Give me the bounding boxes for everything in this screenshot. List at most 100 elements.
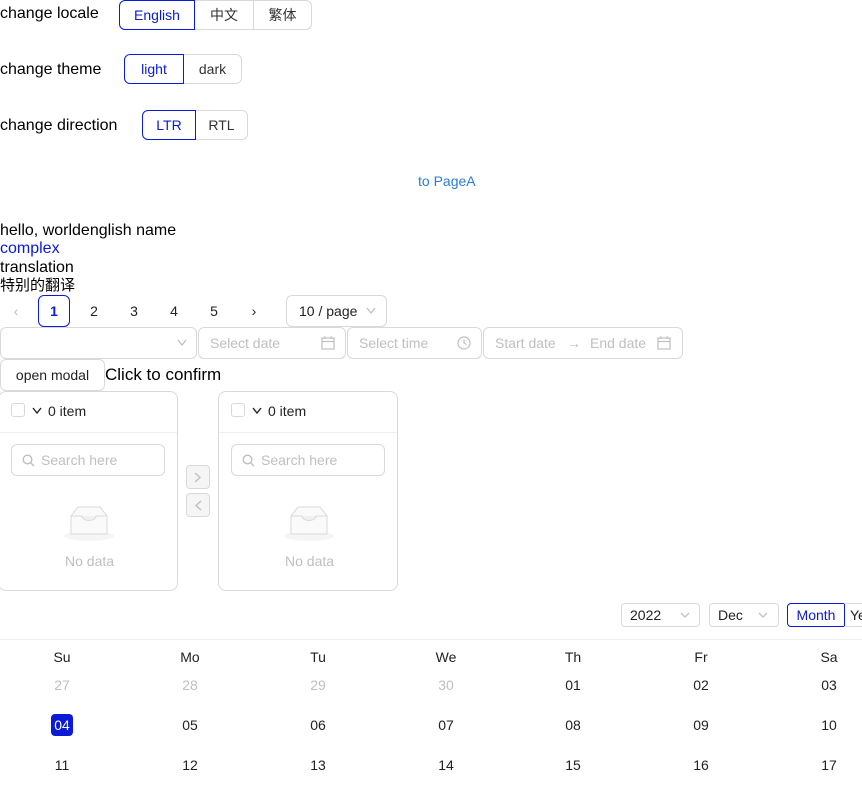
theme-dark-option[interactable]: dark [183,54,242,84]
locale-radio-group: English 中文 繁体 [119,0,312,30]
chevron-down-icon[interactable] [32,407,42,415]
transfer-left-panel: 0 item Search here No data [0,391,178,591]
weekday-mo: Mo [180,649,200,665]
transfer-move-left-button[interactable] [186,493,210,517]
date-picker-placeholder: Select date [210,335,281,351]
calendar-icon [657,336,671,350]
chevron-right-icon: › [251,303,257,319]
open-modal-button[interactable]: open modal [0,359,105,391]
calendar-date-cell[interactable]: 09 [681,717,721,733]
empty-inbox-icon [284,506,334,541]
calendar-date-cell[interactable]: 16 [681,757,721,773]
chevron-down-icon[interactable] [252,407,262,415]
chevron-right-icon [194,472,202,483]
page-size-select[interactable]: 10 / page [286,295,387,327]
direction-radio-group: LTR RTL [142,110,248,140]
direction-label: change direction [0,117,118,134]
translation-text: translation [0,259,74,276]
direction-ltr-option[interactable]: LTR [142,110,196,140]
confirm-text: Click to confirm [105,365,222,384]
pagination-page-2[interactable]: 2 [78,295,110,327]
transfer-left-search-placeholder: Search here [41,452,118,468]
pagination-next-button[interactable]: › [238,295,270,327]
transfer-right-empty-text: No data [285,553,335,569]
time-picker-placeholder: Select time [359,335,429,351]
transfer-left-count: 0 item [48,403,87,419]
range-end-placeholder: End date [590,335,647,351]
weekday-we: We [435,649,457,665]
weekday-su: Su [53,649,71,665]
transfer-right-select-all-checkbox[interactable] [231,403,245,417]
transfer-left-empty-text: No data [65,553,115,569]
calendar-date-cell[interactable]: 12 [170,757,210,773]
calendar-date-cell[interactable]: 27 [42,677,82,693]
calendar-date-cell[interactable]: 29 [298,677,338,693]
chevron-down-icon [680,612,690,618]
to-page-a-link[interactable]: to PageA [418,173,476,189]
time-picker[interactable]: Select time [347,327,482,359]
calendar-date-cell[interactable]: 07 [426,717,466,733]
empty-inbox-icon [64,506,114,541]
locale-chinese-option[interactable]: 中文 [194,0,254,30]
calendar-month-value: Dec [718,607,743,623]
calendar-date-cell[interactable]: 03 [809,677,849,693]
transfer-move-right-button[interactable] [186,465,210,489]
arrow-right-icon: → [567,335,581,351]
range-start-placeholder: Start date [495,335,556,351]
theme-radio-group: light dark [124,54,242,84]
transfer-left-select-all-checkbox[interactable] [11,403,25,417]
direction-rtl-option[interactable]: RTL [195,110,248,140]
calendar-date-cell[interactable]: 30 [426,677,466,693]
pagination-prev-button[interactable]: ‹ [0,295,32,327]
chevron-down-icon [758,612,768,618]
chevron-down-icon [366,307,376,315]
calendar-date-cell-selected[interactable]: 04 [42,714,82,736]
pagination-page-3[interactable]: 3 [118,295,150,327]
calendar-date-cell[interactable]: 06 [298,717,338,733]
calendar-date-cell[interactable]: 02 [681,677,721,693]
calendar-mode-month[interactable]: Month [787,603,845,627]
chevron-down-icon [177,339,187,347]
pagination-page-1[interactable]: 1 [38,295,70,327]
range-picker[interactable]: Start date → End date [483,327,683,359]
calendar-date-cell[interactable]: 11 [42,757,82,773]
chevron-left-icon [194,500,202,511]
complex-text: complex [0,240,60,257]
locale-english-option[interactable]: English [119,0,195,30]
special-translation-text: 特别的翻译 [0,277,76,294]
weekday-sa: Sa [820,649,838,665]
calendar-today-value: 04 [51,714,73,736]
transfer-right-panel: 0 item Search here No data [218,391,398,591]
page-size-value: 10 / page [299,303,358,319]
transfer-left-search-input[interactable]: Search here [11,444,165,476]
calendar-date-cell[interactable]: 01 [553,677,593,693]
pagination-page-5[interactable]: 5 [198,295,230,327]
calendar-year-select[interactable]: 2022 [621,603,700,627]
locale-traditional-option[interactable]: 繁体 [253,0,312,30]
hello-text: hello, worldenglish name [0,222,177,239]
clock-icon [457,336,471,350]
date-picker[interactable]: Select date [198,327,346,359]
weekday-th: Th [564,649,582,665]
theme-light-option[interactable]: light [124,54,184,84]
calendar-date-cell[interactable]: 10 [809,717,849,733]
generic-select[interactable] [0,327,197,359]
transfer-right-search-input[interactable]: Search here [231,444,385,476]
calendar-date-cell[interactable]: 14 [426,757,466,773]
locale-label: change locale [0,5,99,22]
search-icon [242,454,255,467]
theme-label: change theme [0,61,102,78]
calendar-mode-year[interactable]: Year [844,603,862,627]
pagination-page-4[interactable]: 4 [158,295,190,327]
transfer-left-header: 0 item [0,392,177,433]
calendar-date-cell[interactable]: 15 [553,757,593,773]
calendar-date-cell[interactable]: 05 [170,717,210,733]
calendar-date-cell[interactable]: 17 [809,757,849,773]
calendar-date-cell[interactable]: 13 [298,757,338,773]
calendar-month-select[interactable]: Dec [709,603,779,627]
calendar-date-cell[interactable]: 28 [170,677,210,693]
calendar-date-cell[interactable]: 08 [553,717,593,733]
weekday-tu: Tu [310,649,326,665]
transfer-right-count: 0 item [268,403,307,419]
calendar-icon [321,336,335,350]
